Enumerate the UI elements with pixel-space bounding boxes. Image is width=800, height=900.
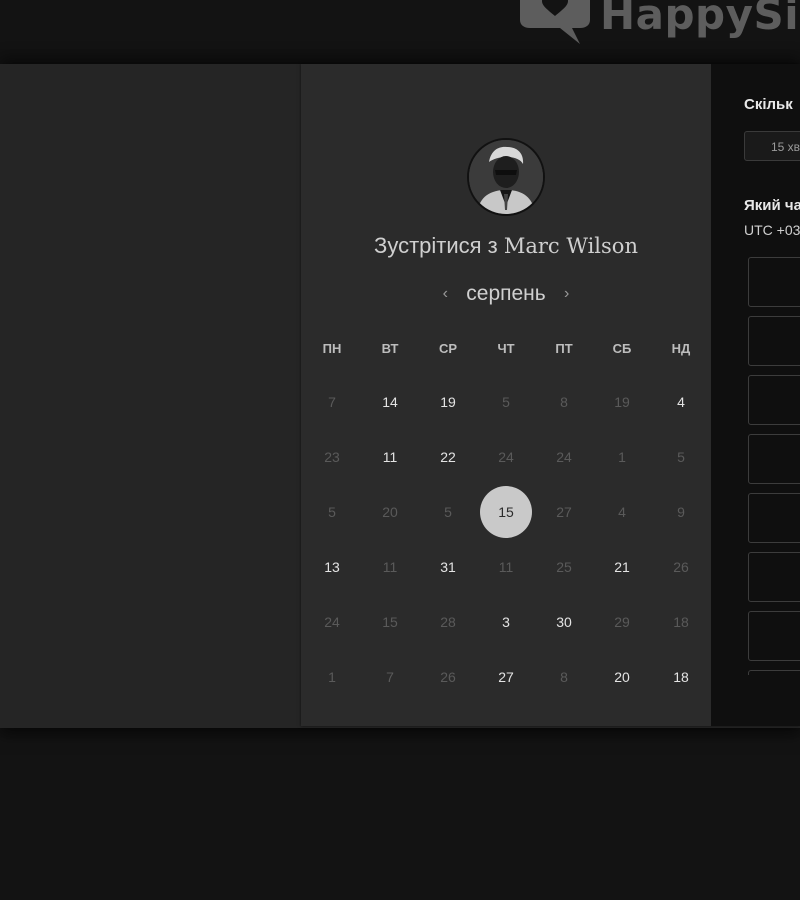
brand-logo[interactable]: HappySig	[514, 0, 800, 46]
calendar-day: 20	[382, 504, 398, 520]
calendar-day[interactable]: 21	[596, 541, 648, 593]
calendar-day: 26	[440, 669, 456, 685]
calendar-day: 8	[560, 394, 568, 410]
calendar-day: 7	[328, 394, 336, 410]
calendar-day[interactable]: 20	[596, 651, 648, 703]
month-label: серпень	[466, 282, 546, 305]
weekday-label: ПН	[322, 341, 342, 356]
calendar-day: 8	[560, 669, 568, 685]
calendar-day: 15	[382, 614, 398, 630]
calendar-day[interactable]: 18	[655, 651, 707, 703]
host-avatar	[467, 138, 545, 216]
meet-prefix: Зустрітися з	[374, 233, 498, 258]
calendar-day[interactable]: 14	[364, 376, 416, 428]
chevron-right-icon[interactable]: ›	[560, 285, 574, 303]
calendar-day: 9	[677, 504, 685, 520]
calendar-day: 11	[498, 559, 514, 575]
calendar-days-grid: 7 14 19 5 8 19 4 23 11 22 24 24 1 5 5 20 5 15 27 4 9 13 11 31 11…	[301, 376, 711, 706]
calendar-day: 24	[556, 449, 572, 465]
calendar-day[interactable]: 13	[306, 541, 358, 593]
weekday-label: ПТ	[555, 341, 573, 356]
calendar-day: 1	[618, 449, 626, 465]
calendar-day: 5	[677, 449, 685, 465]
calendar-day: 24	[324, 614, 340, 630]
calendar-day[interactable]: 27	[480, 651, 532, 703]
time-slot-button[interactable]	[748, 434, 800, 484]
time-slot-button[interactable]	[748, 670, 800, 675]
calendar-day: 5	[444, 504, 452, 520]
calendar-day[interactable]: 4	[655, 376, 707, 428]
time-slot-button[interactable]	[748, 493, 800, 543]
calendar-day: 5	[502, 394, 510, 410]
calendar-day[interactable]: 31	[422, 541, 474, 593]
month-navigation: ‹ серпень ›	[301, 282, 711, 306]
weekday-label: СБ	[612, 341, 632, 356]
duration-select[interactable]: 15 хв	[744, 131, 800, 161]
time-slot-button[interactable]	[748, 257, 800, 307]
calendar-day: 18	[673, 614, 689, 630]
calendar-day-selected[interactable]: 15	[480, 486, 532, 538]
time-slot-button[interactable]	[748, 611, 800, 661]
calendar-day: 4	[618, 504, 626, 520]
calendar-day: 27	[556, 504, 572, 520]
calendar-day: 7	[386, 669, 394, 685]
calendar-day[interactable]: 11	[364, 431, 416, 483]
calendar-day[interactable]: 19	[422, 376, 474, 428]
meeting-title: Зустрітися з Marc Wilson	[301, 233, 711, 259]
time-slot-button[interactable]	[748, 375, 800, 425]
timezone-label: UTC +03	[744, 222, 800, 238]
calendar-day: 29	[614, 614, 630, 630]
calendar-day: 26	[673, 559, 689, 575]
time-slot-list	[748, 257, 800, 675]
time-heading: Який ча	[744, 197, 800, 214]
host-name: Marc Wilson	[503, 234, 638, 258]
duration-heading: Скільк	[744, 96, 793, 113]
calendar-day: 24	[498, 449, 514, 465]
speech-bubble-heart-icon	[514, 0, 594, 46]
calendar-day[interactable]: 30	[538, 596, 590, 648]
chevron-left-icon[interactable]: ‹	[438, 285, 452, 303]
calendar-day: 25	[556, 559, 572, 575]
calendar-day[interactable]: 3	[480, 596, 532, 648]
person-portrait-icon	[469, 140, 543, 214]
weekday-header: ПН ВТ СР ЧТ ПТ СБ НД	[301, 341, 711, 361]
brand-name: HappySig	[600, 0, 800, 39]
weekday-label: ЧТ	[497, 341, 515, 356]
weekday-label: СР	[438, 341, 458, 356]
weekday-label: ВТ	[381, 341, 399, 356]
calendar-day: 5	[328, 504, 336, 520]
calendar-day: 19	[614, 394, 630, 410]
calendar-panel: Зустрітися з Marc Wilson ‹ серпень › ПН В…	[301, 64, 711, 726]
calendar-day: 11	[382, 559, 398, 575]
weekday-label: НД	[671, 341, 691, 356]
calendar-day: 23	[324, 449, 340, 465]
time-slot-button[interactable]	[748, 552, 800, 602]
top-bar: HappySig	[0, 0, 800, 64]
booking-card: Зустрітися з Marc Wilson ‹ серпень › ПН В…	[301, 64, 800, 726]
calendar-day: 1	[328, 669, 336, 685]
calendar-day[interactable]: 22	[422, 431, 474, 483]
schedule-panel: Скільк 15 хв Який ча UTC +03	[711, 64, 800, 726]
time-slot-button[interactable]	[748, 316, 800, 366]
calendar-day: 28	[440, 614, 456, 630]
